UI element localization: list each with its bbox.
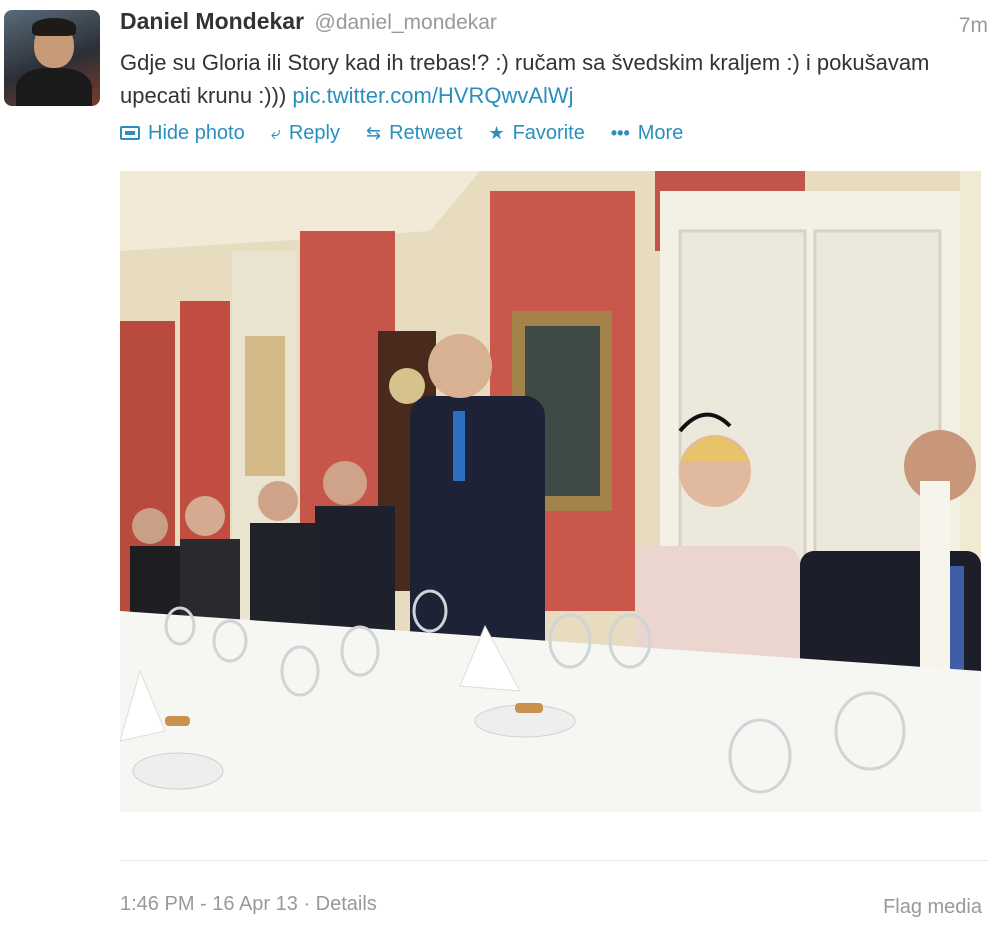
hide-photo-button[interactable]: Hide photo — [120, 122, 245, 145]
divider — [120, 860, 988, 861]
more-button[interactable]: ••• More — [611, 122, 683, 145]
tweet-header: Daniel Mondekar @daniel_mondekar 7m — [120, 8, 988, 38]
photo-illustration — [120, 171, 981, 812]
star-icon: ★ — [488, 122, 505, 143]
favorite-label: Favorite — [512, 121, 585, 144]
user-fullname[interactable]: Daniel Mondekar — [120, 8, 304, 34]
reply-label: Reply — [288, 121, 340, 144]
flag-media-link[interactable]: Flag media — [883, 896, 982, 919]
tweet-text: Gdje su Gloria ili Story kad ih trebas!?… — [120, 46, 980, 112]
retweet-icon: ⇆ — [365, 122, 382, 143]
tweet-meta: 1:46 PM - 16 Apr 13 · Details — [120, 893, 377, 916]
tweet-time[interactable]: 7m — [959, 14, 988, 38]
retweet-button[interactable]: ⇆ Retweet — [366, 122, 462, 145]
photo-icon — [120, 126, 140, 140]
hide-photo-label: Hide photo — [148, 121, 245, 144]
more-label: More — [637, 121, 684, 144]
ellipsis-icon: ••• — [610, 122, 630, 143]
tweet-actions: Hide photo ⤶ Reply ⇆ Retweet ★ Favorite … — [120, 118, 709, 148]
reply-button[interactable]: ⤶ Reply — [271, 122, 340, 145]
favorite-button[interactable]: ★ Favorite — [488, 122, 584, 145]
avatar-hair — [32, 18, 76, 36]
user-username[interactable]: @daniel_mondekar — [315, 11, 497, 34]
reply-icon: ⤶ — [270, 122, 281, 143]
meta-separator: · — [297, 893, 316, 915]
tweet-timestamp[interactable]: 1:46 PM - 16 Apr 13 — [120, 893, 298, 915]
tweet-media-link[interactable]: pic.twitter.com/HVRQwvAlWj — [292, 83, 573, 108]
retweet-label: Retweet — [389, 121, 463, 144]
details-link[interactable]: Details — [316, 893, 377, 915]
avatar-body — [16, 68, 92, 106]
tweet-photo[interactable] — [120, 171, 981, 812]
avatar[interactable] — [4, 10, 100, 106]
